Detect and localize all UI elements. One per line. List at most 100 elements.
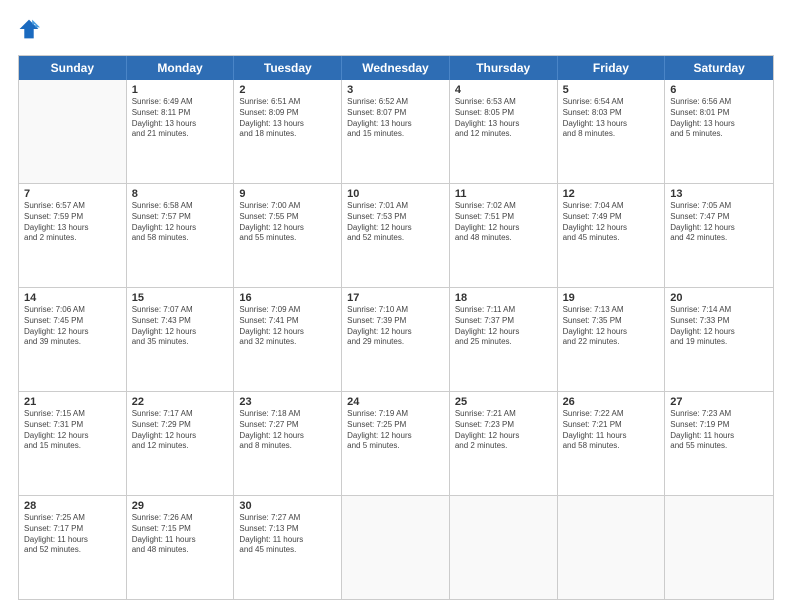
day-info: Sunrise: 7:18 AM Sunset: 7:27 PM Dayligh…: [239, 409, 336, 452]
day-info: Sunrise: 7:11 AM Sunset: 7:37 PM Dayligh…: [455, 305, 552, 348]
calendar-cell: 12Sunrise: 7:04 AM Sunset: 7:49 PM Dayli…: [558, 184, 666, 287]
calendar: SundayMondayTuesdayWednesdayThursdayFrid…: [18, 55, 774, 600]
calendar-cell: [665, 496, 773, 599]
calendar-header: SundayMondayTuesdayWednesdayThursdayFrid…: [19, 56, 773, 80]
calendar-cell: 16Sunrise: 7:09 AM Sunset: 7:41 PM Dayli…: [234, 288, 342, 391]
day-number: 10: [347, 188, 444, 200]
day-number: 27: [670, 396, 768, 408]
day-info: Sunrise: 7:25 AM Sunset: 7:17 PM Dayligh…: [24, 513, 121, 556]
day-number: 13: [670, 188, 768, 200]
day-info: Sunrise: 7:26 AM Sunset: 7:15 PM Dayligh…: [132, 513, 229, 556]
day-number: 29: [132, 500, 229, 512]
day-number: 16: [239, 292, 336, 304]
day-number: 5: [563, 84, 660, 96]
day-number: 4: [455, 84, 552, 96]
day-info: Sunrise: 6:57 AM Sunset: 7:59 PM Dayligh…: [24, 201, 121, 244]
day-header-tuesday: Tuesday: [234, 56, 342, 80]
calendar-cell: 30Sunrise: 7:27 AM Sunset: 7:13 PM Dayli…: [234, 496, 342, 599]
day-number: 17: [347, 292, 444, 304]
day-info: Sunrise: 7:10 AM Sunset: 7:39 PM Dayligh…: [347, 305, 444, 348]
day-number: 20: [670, 292, 768, 304]
calendar-cell: 20Sunrise: 7:14 AM Sunset: 7:33 PM Dayli…: [665, 288, 773, 391]
calendar-cell: 4Sunrise: 6:53 AM Sunset: 8:05 PM Daylig…: [450, 80, 558, 183]
calendar-cell: 2Sunrise: 6:51 AM Sunset: 8:09 PM Daylig…: [234, 80, 342, 183]
day-number: 3: [347, 84, 444, 96]
day-info: Sunrise: 7:04 AM Sunset: 7:49 PM Dayligh…: [563, 201, 660, 244]
day-info: Sunrise: 6:58 AM Sunset: 7:57 PM Dayligh…: [132, 201, 229, 244]
calendar-cell: 27Sunrise: 7:23 AM Sunset: 7:19 PM Dayli…: [665, 392, 773, 495]
calendar-cell: 23Sunrise: 7:18 AM Sunset: 7:27 PM Dayli…: [234, 392, 342, 495]
logo: [18, 18, 42, 45]
calendar-cell: 24Sunrise: 7:19 AM Sunset: 7:25 PM Dayli…: [342, 392, 450, 495]
day-info: Sunrise: 6:53 AM Sunset: 8:05 PM Dayligh…: [455, 97, 552, 140]
calendar-cell: 14Sunrise: 7:06 AM Sunset: 7:45 PM Dayli…: [19, 288, 127, 391]
calendar-row-4: 28Sunrise: 7:25 AM Sunset: 7:17 PM Dayli…: [19, 495, 773, 599]
calendar-cell: 29Sunrise: 7:26 AM Sunset: 7:15 PM Dayli…: [127, 496, 235, 599]
calendar-cell: 17Sunrise: 7:10 AM Sunset: 7:39 PM Dayli…: [342, 288, 450, 391]
calendar-cell: [342, 496, 450, 599]
header: [18, 18, 774, 45]
day-info: Sunrise: 7:05 AM Sunset: 7:47 PM Dayligh…: [670, 201, 768, 244]
page: SundayMondayTuesdayWednesdayThursdayFrid…: [0, 0, 792, 612]
calendar-cell: 6Sunrise: 6:56 AM Sunset: 8:01 PM Daylig…: [665, 80, 773, 183]
day-number: 6: [670, 84, 768, 96]
calendar-cell: 22Sunrise: 7:17 AM Sunset: 7:29 PM Dayli…: [127, 392, 235, 495]
day-number: 12: [563, 188, 660, 200]
day-header-saturday: Saturday: [665, 56, 773, 80]
day-number: 23: [239, 396, 336, 408]
day-number: 22: [132, 396, 229, 408]
day-info: Sunrise: 6:56 AM Sunset: 8:01 PM Dayligh…: [670, 97, 768, 140]
day-header-friday: Friday: [558, 56, 666, 80]
day-header-monday: Monday: [127, 56, 235, 80]
calendar-cell: 8Sunrise: 6:58 AM Sunset: 7:57 PM Daylig…: [127, 184, 235, 287]
day-number: 1: [132, 84, 229, 96]
day-header-wednesday: Wednesday: [342, 56, 450, 80]
day-info: Sunrise: 7:21 AM Sunset: 7:23 PM Dayligh…: [455, 409, 552, 452]
day-number: 30: [239, 500, 336, 512]
day-info: Sunrise: 7:00 AM Sunset: 7:55 PM Dayligh…: [239, 201, 336, 244]
day-number: 26: [563, 396, 660, 408]
day-number: 19: [563, 292, 660, 304]
day-number: 2: [239, 84, 336, 96]
day-info: Sunrise: 7:27 AM Sunset: 7:13 PM Dayligh…: [239, 513, 336, 556]
calendar-cell: 5Sunrise: 6:54 AM Sunset: 8:03 PM Daylig…: [558, 80, 666, 183]
calendar-cell: 1Sunrise: 6:49 AM Sunset: 8:11 PM Daylig…: [127, 80, 235, 183]
day-info: Sunrise: 7:02 AM Sunset: 7:51 PM Dayligh…: [455, 201, 552, 244]
day-header-thursday: Thursday: [450, 56, 558, 80]
calendar-body: 1Sunrise: 6:49 AM Sunset: 8:11 PM Daylig…: [19, 80, 773, 599]
calendar-cell: 21Sunrise: 7:15 AM Sunset: 7:31 PM Dayli…: [19, 392, 127, 495]
calendar-cell: 15Sunrise: 7:07 AM Sunset: 7:43 PM Dayli…: [127, 288, 235, 391]
calendar-cell: 13Sunrise: 7:05 AM Sunset: 7:47 PM Dayli…: [665, 184, 773, 287]
day-info: Sunrise: 7:15 AM Sunset: 7:31 PM Dayligh…: [24, 409, 121, 452]
calendar-cell: 26Sunrise: 7:22 AM Sunset: 7:21 PM Dayli…: [558, 392, 666, 495]
calendar-row-1: 7Sunrise: 6:57 AM Sunset: 7:59 PM Daylig…: [19, 183, 773, 287]
calendar-cell: [19, 80, 127, 183]
day-info: Sunrise: 7:17 AM Sunset: 7:29 PM Dayligh…: [132, 409, 229, 452]
day-info: Sunrise: 6:52 AM Sunset: 8:07 PM Dayligh…: [347, 97, 444, 140]
day-number: 11: [455, 188, 552, 200]
day-info: Sunrise: 7:14 AM Sunset: 7:33 PM Dayligh…: [670, 305, 768, 348]
calendar-cell: 11Sunrise: 7:02 AM Sunset: 7:51 PM Dayli…: [450, 184, 558, 287]
day-info: Sunrise: 7:01 AM Sunset: 7:53 PM Dayligh…: [347, 201, 444, 244]
logo-icon: [18, 18, 40, 40]
day-number: 9: [239, 188, 336, 200]
day-number: 14: [24, 292, 121, 304]
calendar-cell: 10Sunrise: 7:01 AM Sunset: 7:53 PM Dayli…: [342, 184, 450, 287]
calendar-cell: 19Sunrise: 7:13 AM Sunset: 7:35 PM Dayli…: [558, 288, 666, 391]
calendar-cell: 25Sunrise: 7:21 AM Sunset: 7:23 PM Dayli…: [450, 392, 558, 495]
calendar-row-0: 1Sunrise: 6:49 AM Sunset: 8:11 PM Daylig…: [19, 80, 773, 183]
day-info: Sunrise: 7:06 AM Sunset: 7:45 PM Dayligh…: [24, 305, 121, 348]
day-number: 24: [347, 396, 444, 408]
day-info: Sunrise: 6:49 AM Sunset: 8:11 PM Dayligh…: [132, 97, 229, 140]
day-header-sunday: Sunday: [19, 56, 127, 80]
calendar-cell: 18Sunrise: 7:11 AM Sunset: 7:37 PM Dayli…: [450, 288, 558, 391]
day-info: Sunrise: 7:07 AM Sunset: 7:43 PM Dayligh…: [132, 305, 229, 348]
day-info: Sunrise: 6:54 AM Sunset: 8:03 PM Dayligh…: [563, 97, 660, 140]
calendar-cell: 3Sunrise: 6:52 AM Sunset: 8:07 PM Daylig…: [342, 80, 450, 183]
day-number: 7: [24, 188, 121, 200]
calendar-cell: [558, 496, 666, 599]
calendar-cell: 9Sunrise: 7:00 AM Sunset: 7:55 PM Daylig…: [234, 184, 342, 287]
calendar-cell: [450, 496, 558, 599]
day-info: Sunrise: 7:09 AM Sunset: 7:41 PM Dayligh…: [239, 305, 336, 348]
day-info: Sunrise: 7:22 AM Sunset: 7:21 PM Dayligh…: [563, 409, 660, 452]
